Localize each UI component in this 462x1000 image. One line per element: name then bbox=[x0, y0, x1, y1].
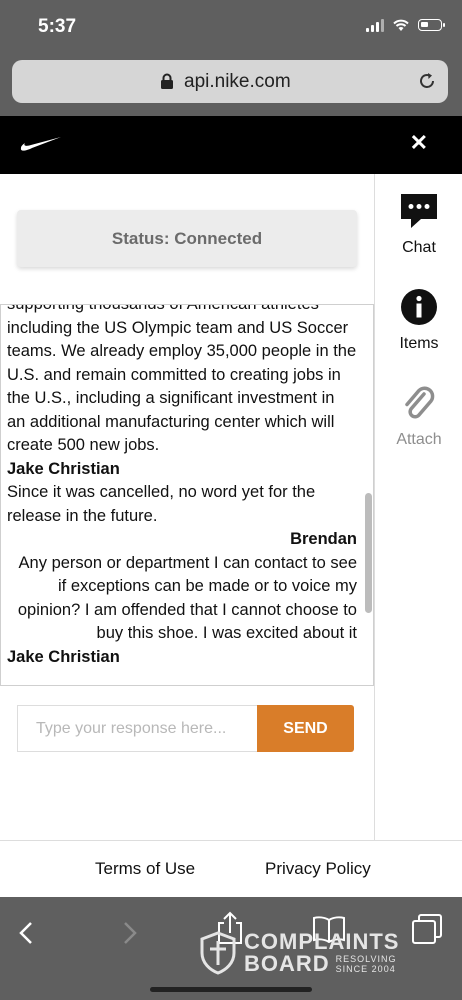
wifi-icon bbox=[393, 19, 409, 31]
message-sender: Brendan bbox=[290, 530, 357, 548]
tabs-icon[interactable] bbox=[410, 913, 444, 945]
sidebar-item-label: Items bbox=[399, 335, 439, 352]
address-bar[interactable]: api.nike.com bbox=[12, 60, 448, 103]
response-input[interactable] bbox=[17, 705, 257, 752]
nike-swoosh-logo bbox=[20, 137, 61, 151]
battery-icon bbox=[418, 19, 445, 31]
home-indicator bbox=[150, 987, 312, 992]
chat-messages: supporting thousands of American athlete… bbox=[7, 304, 357, 669]
browser-chrome: api.nike.com bbox=[0, 56, 462, 116]
chat-transcript[interactable]: supporting thousands of American athlete… bbox=[0, 304, 374, 686]
terms-link[interactable]: Terms of Use bbox=[95, 859, 195, 879]
chat-scrollbar[interactable] bbox=[365, 493, 372, 613]
chat-sidebar: Chat Items Attach bbox=[374, 174, 462, 840]
watermark-line2: BOARD bbox=[244, 951, 330, 976]
complaintsboard-watermark: COMPLAINTS BOARD RESOLVING SINCE 2004 bbox=[200, 931, 399, 975]
message-sender: Jake Christian bbox=[7, 647, 120, 666]
sidebar-item-items[interactable]: Items bbox=[375, 288, 462, 353]
lock-icon bbox=[161, 73, 173, 89]
sidebar-item-label: Attach bbox=[396, 431, 442, 448]
privacy-link[interactable]: Privacy Policy bbox=[265, 859, 371, 879]
send-button[interactable]: SEND bbox=[257, 705, 354, 752]
url-text: api.nike.com bbox=[184, 71, 291, 92]
forward-icon[interactable] bbox=[122, 921, 138, 945]
message-text: Since it was cancelled, no word yet for … bbox=[7, 483, 316, 525]
browser-toolbar: COMPLAINTS BOARD RESOLVING SINCE 2004 bbox=[0, 897, 462, 1000]
signal-icon bbox=[366, 18, 384, 32]
site-header: ✕ bbox=[0, 116, 462, 174]
paperclip-icon bbox=[405, 386, 435, 419]
watermark-line4: SINCE 2004 bbox=[335, 964, 396, 974]
message-text: supporting thousands of American athlete… bbox=[7, 304, 357, 454]
reload-icon[interactable] bbox=[416, 70, 438, 92]
message-text: Any person or department I can contact t… bbox=[17, 553, 357, 643]
chat-bubble-icon bbox=[401, 194, 437, 228]
message-sender: Jake Christian bbox=[7, 459, 120, 478]
message-composer: SEND bbox=[17, 705, 355, 752]
status-icons bbox=[366, 18, 445, 32]
shield-logo-icon bbox=[200, 931, 236, 975]
sidebar-item-attach[interactable]: Attach bbox=[375, 384, 462, 449]
watermark-line3: RESOLVING bbox=[335, 954, 397, 964]
chat-main: Status: Connected supporting thousands o… bbox=[0, 174, 374, 840]
back-icon[interactable] bbox=[18, 921, 34, 945]
watermark-line1: COMPLAINTS bbox=[244, 929, 400, 954]
sidebar-item-chat[interactable]: Chat bbox=[375, 192, 462, 257]
info-icon bbox=[401, 289, 437, 325]
close-icon[interactable]: ✕ bbox=[410, 130, 428, 156]
clock: 5:37 bbox=[38, 16, 77, 37]
connection-status: Status: Connected bbox=[17, 210, 357, 267]
sidebar-item-label: Chat bbox=[402, 239, 436, 256]
page-footer: Terms of Use Privacy Policy bbox=[0, 840, 462, 898]
status-bar: 5:37 bbox=[0, 0, 462, 56]
